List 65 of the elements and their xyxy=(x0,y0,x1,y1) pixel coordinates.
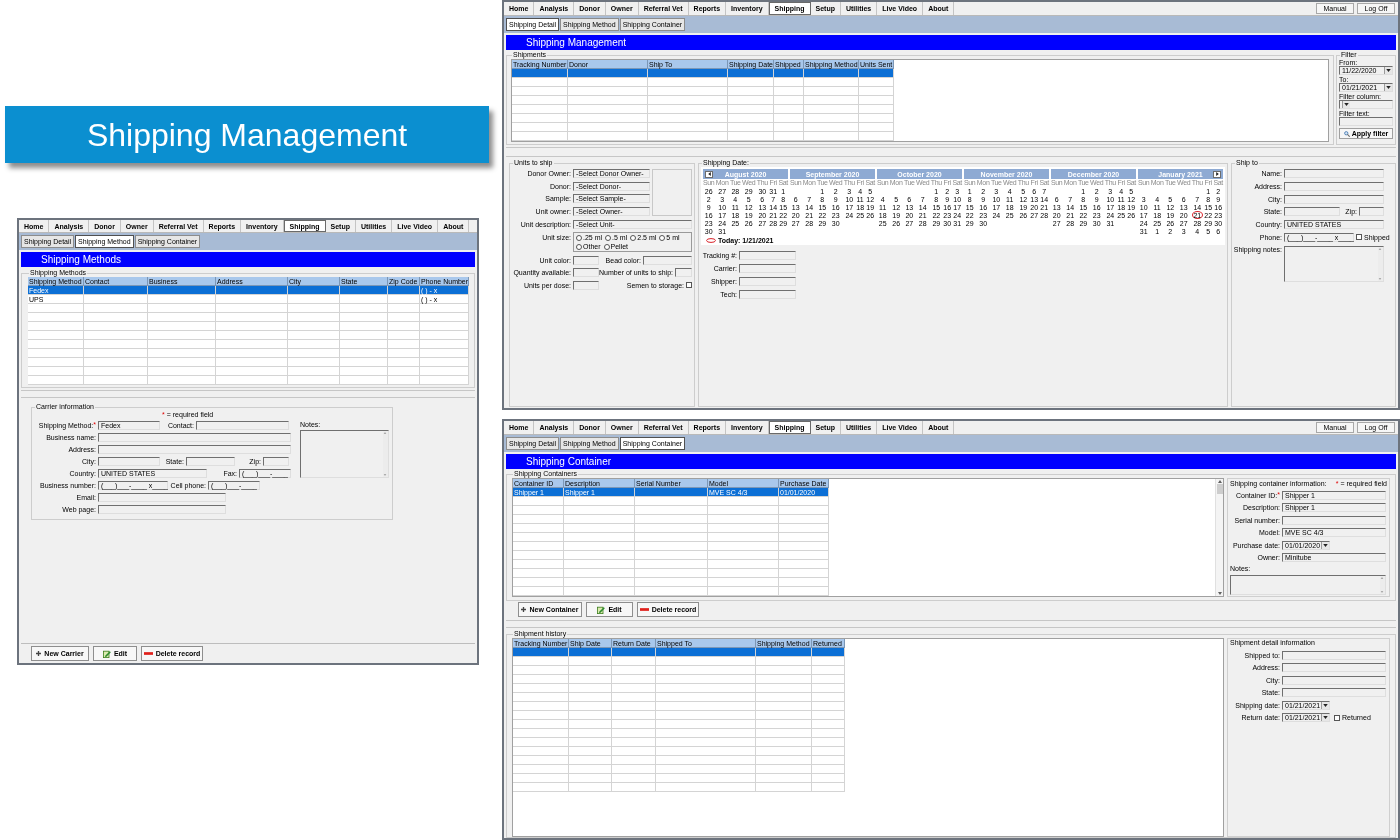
input-field[interactable] xyxy=(1282,675,1386,685)
scrollbar-thumb xyxy=(1216,484,1223,494)
plus-icon xyxy=(521,607,527,612)
caret-left-icon xyxy=(707,172,711,176)
page-title: Shipping Methods xyxy=(41,254,122,265)
next-month-button[interactable] xyxy=(1213,170,1221,178)
edit-icon xyxy=(597,605,606,614)
input-field[interactable] xyxy=(98,505,226,514)
notes-field[interactable] xyxy=(1230,575,1386,595)
page-title: Shipping Management xyxy=(526,37,627,48)
input-field[interactable] xyxy=(573,255,599,265)
input-field[interactable] xyxy=(1284,181,1384,191)
caret-up-icon xyxy=(1378,247,1382,250)
input-field[interactable] xyxy=(263,457,289,466)
input-field[interactable] xyxy=(573,268,599,277)
input-field[interactable] xyxy=(186,457,235,466)
minus-icon xyxy=(143,652,153,655)
caret-down-icon xyxy=(383,474,387,476)
caret-down-icon xyxy=(1386,69,1391,72)
caret-up-icon xyxy=(1380,577,1384,579)
input-field[interactable] xyxy=(1284,169,1384,178)
caret-up-icon xyxy=(383,432,387,434)
input-field[interactable] xyxy=(739,264,796,273)
caret-down-icon xyxy=(1323,703,1328,707)
caret-right-icon xyxy=(1215,172,1219,176)
previous-month-button[interactable] xyxy=(705,170,713,178)
caret-down-icon xyxy=(1386,86,1391,89)
caret-down-icon xyxy=(1323,716,1328,719)
caret-down-icon xyxy=(1378,277,1382,280)
input-field[interactable] xyxy=(1282,688,1386,697)
edit-icon xyxy=(102,649,111,658)
notes-field[interactable] xyxy=(300,430,389,478)
dropdown[interactable] xyxy=(1339,100,1393,109)
input-field[interactable] xyxy=(98,433,291,442)
caret-down-icon xyxy=(1217,592,1222,595)
input-field[interactable] xyxy=(1282,663,1386,672)
input-field[interactable] xyxy=(739,277,796,286)
banner-title: Shipping Management xyxy=(86,118,408,151)
caret-down-icon xyxy=(1323,543,1328,547)
input-field[interactable] xyxy=(739,290,796,299)
minus-icon xyxy=(639,608,649,611)
input-field[interactable] xyxy=(1282,650,1386,660)
input-field[interactable] xyxy=(1359,207,1384,217)
input-field[interactable] xyxy=(739,251,796,260)
caret-down-icon xyxy=(1380,591,1384,593)
caret-down-icon xyxy=(1344,103,1349,106)
input-field[interactable] xyxy=(643,255,692,265)
empty-frame xyxy=(652,169,692,216)
input-field[interactable] xyxy=(98,445,291,454)
table-row[interactable] xyxy=(513,648,845,657)
input-field[interactable] xyxy=(98,457,160,466)
page-title: Shipping Container xyxy=(526,456,612,467)
plus-icon xyxy=(36,651,42,656)
today-ring-icon xyxy=(706,237,716,243)
table-row[interactable] xyxy=(512,69,894,78)
input-field[interactable] xyxy=(1282,515,1386,525)
input-field[interactable] xyxy=(98,493,226,502)
input-field[interactable] xyxy=(1284,207,1340,217)
input-field[interactable] xyxy=(196,421,289,430)
notes-field[interactable] xyxy=(1284,245,1384,282)
input-field[interactable] xyxy=(573,280,599,290)
search-icon xyxy=(1343,130,1350,137)
input-field[interactable] xyxy=(1284,194,1384,204)
input-field[interactable] xyxy=(1339,117,1393,126)
input-field[interactable] xyxy=(675,268,692,277)
